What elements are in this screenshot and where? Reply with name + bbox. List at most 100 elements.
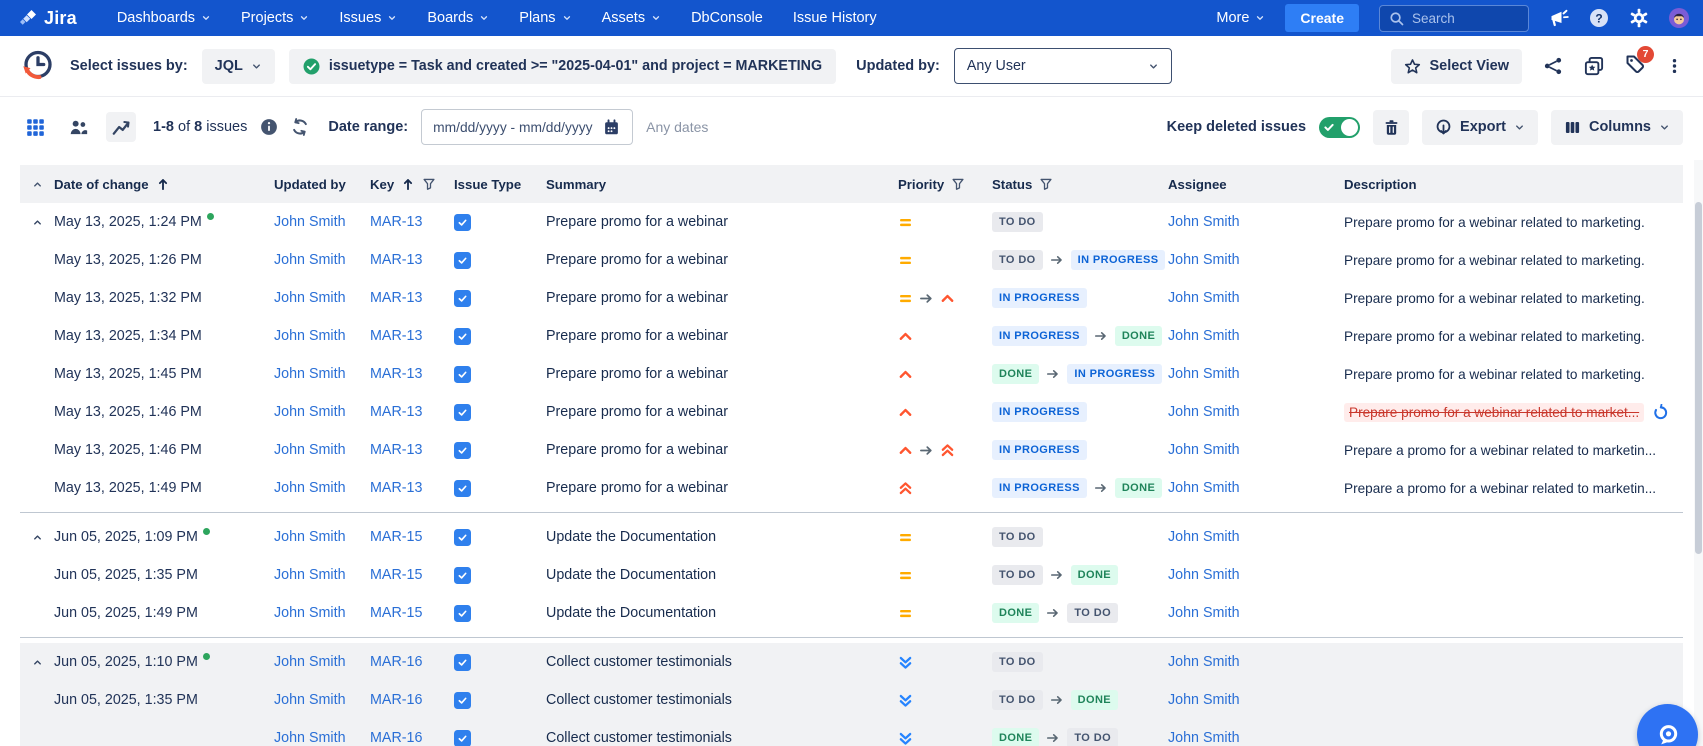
updated-by-link[interactable]: John Smith xyxy=(274,529,346,545)
updated-by-link[interactable]: John Smith xyxy=(274,605,346,621)
select-view-button[interactable]: Select View xyxy=(1391,49,1522,84)
updated-by-link[interactable]: John Smith xyxy=(274,442,346,458)
updated-by-link[interactable]: John Smith xyxy=(274,654,346,670)
assignee-link[interactable]: John Smith xyxy=(1168,567,1240,583)
settings-gear-icon[interactable] xyxy=(1629,8,1649,28)
column-header-assignee[interactable]: Assignee xyxy=(1168,177,1344,192)
column-header-collapse[interactable] xyxy=(20,179,54,190)
assignee-link[interactable]: John Smith xyxy=(1168,442,1240,458)
filter-icon[interactable] xyxy=(951,177,965,191)
column-header-priority[interactable]: Priority xyxy=(898,177,992,192)
issue-key-link[interactable]: MAR-16 xyxy=(370,654,422,670)
table-row[interactable]: Jun 05, 2025, 1:35 PM John Smith MAR-16 … xyxy=(20,681,1683,719)
updated-by-link[interactable]: John Smith xyxy=(274,730,346,746)
column-header-date-of-change[interactable]: Date of change xyxy=(54,177,274,192)
share-icon[interactable] xyxy=(1543,56,1563,76)
create-button[interactable]: Create xyxy=(1285,4,1359,32)
column-header-description[interactable]: Description xyxy=(1344,177,1683,192)
jql-query-field[interactable]: issuetype = Task and created >= "2025-04… xyxy=(289,49,836,84)
table-row[interactable]: John Smith MAR-16 Collect customer testi… xyxy=(20,719,1683,746)
chevron-up-icon[interactable] xyxy=(32,532,43,543)
nav-item-plans[interactable]: Plans xyxy=(519,10,571,26)
select-mode-dropdown[interactable]: JQL xyxy=(202,49,275,84)
issue-key-link[interactable]: MAR-15 xyxy=(370,529,422,545)
updated-by-link[interactable]: John Smith xyxy=(274,366,346,382)
jira-logo[interactable]: Jira xyxy=(18,8,77,29)
column-header-summary[interactable]: Summary xyxy=(546,177,898,192)
filter-icon[interactable] xyxy=(1039,177,1053,191)
updated-by-link[interactable]: John Smith xyxy=(274,328,346,344)
nav-item-issue-history[interactable]: Issue History xyxy=(793,10,877,26)
assignee-link[interactable]: John Smith xyxy=(1168,214,1240,230)
issue-key-link[interactable]: MAR-16 xyxy=(370,730,422,746)
table-row[interactable]: May 13, 2025, 1:46 PM John Smith MAR-13 … xyxy=(20,431,1683,469)
delete-button[interactable] xyxy=(1373,110,1409,145)
updated-by-select[interactable]: Any User xyxy=(954,48,1172,84)
column-header-issue-type[interactable]: Issue Type xyxy=(454,177,546,192)
scrollbar-thumb[interactable] xyxy=(1695,202,1702,554)
table-row[interactable]: Jun 05, 2025, 1:49 PM John Smith MAR-15 … xyxy=(20,594,1683,632)
issue-key-link[interactable]: MAR-13 xyxy=(370,480,422,496)
updated-by-link[interactable]: John Smith xyxy=(274,692,346,708)
issue-key-link[interactable]: MAR-13 xyxy=(370,290,422,306)
collapse-all-icon[interactable] xyxy=(32,179,43,190)
table-row[interactable]: May 13, 2025, 1:45 PM John Smith MAR-13 … xyxy=(20,355,1683,393)
user-avatar[interactable] xyxy=(1669,8,1689,28)
nav-item-issues[interactable]: Issues xyxy=(339,10,397,26)
restore-description-button[interactable] xyxy=(1652,404,1669,421)
whats-new-tag-icon[interactable]: 7 xyxy=(1625,54,1645,79)
assignee-link[interactable]: John Smith xyxy=(1168,290,1240,306)
assignee-link[interactable]: John Smith xyxy=(1168,328,1240,344)
table-row[interactable]: May 13, 2025, 1:32 PM John Smith MAR-13 … xyxy=(20,279,1683,317)
column-header-status[interactable]: Status xyxy=(992,177,1168,192)
issue-key-link[interactable]: MAR-15 xyxy=(370,605,422,621)
table-row[interactable]: Jun 05, 2025, 1:35 PM John Smith MAR-15 … xyxy=(20,556,1683,594)
assignee-link[interactable]: John Smith xyxy=(1168,404,1240,420)
keep-deleted-issues-toggle[interactable] xyxy=(1319,117,1360,138)
table-row[interactable]: Jun 05, 2025, 1:09 PM John Smith MAR-15 … xyxy=(20,518,1683,556)
assignee-link[interactable]: John Smith xyxy=(1168,480,1240,496)
nav-item-dbconsole[interactable]: DbConsole xyxy=(691,10,763,26)
table-row[interactable]: May 13, 2025, 1:46 PM John Smith MAR-13 … xyxy=(20,393,1683,431)
saved-views-icon[interactable] xyxy=(1584,56,1604,76)
info-icon[interactable] xyxy=(260,118,278,136)
refresh-icon[interactable] xyxy=(291,118,309,136)
columns-button[interactable]: Columns xyxy=(1551,110,1683,145)
issue-key-link[interactable]: MAR-13 xyxy=(370,328,422,344)
table-row[interactable]: May 13, 2025, 1:49 PM John Smith MAR-13 … xyxy=(20,469,1683,507)
updated-by-link[interactable]: John Smith xyxy=(274,290,346,306)
updated-by-link[interactable]: John Smith xyxy=(274,252,346,268)
filter-icon[interactable] xyxy=(422,177,436,191)
sort-ascending-icon[interactable] xyxy=(156,177,170,191)
global-search[interactable] xyxy=(1379,5,1529,32)
table-row[interactable]: Jun 05, 2025, 1:10 PM John Smith MAR-16 … xyxy=(20,643,1683,681)
people-view-toggle[interactable] xyxy=(63,112,93,142)
issue-key-link[interactable]: MAR-13 xyxy=(370,404,422,420)
updated-by-link[interactable]: John Smith xyxy=(274,567,346,583)
assignee-link[interactable]: John Smith xyxy=(1168,654,1240,670)
assignee-link[interactable]: John Smith xyxy=(1168,692,1240,708)
announcements-icon[interactable] xyxy=(1549,8,1569,28)
nav-item-more[interactable]: More xyxy=(1216,10,1265,26)
table-row[interactable]: May 13, 2025, 1:24 PM John Smith MAR-13 … xyxy=(20,203,1683,241)
assignee-link[interactable]: John Smith xyxy=(1168,366,1240,382)
assignee-link[interactable]: John Smith xyxy=(1168,529,1240,545)
updated-by-link[interactable]: John Smith xyxy=(274,214,346,230)
chevron-up-icon[interactable] xyxy=(32,217,43,228)
issue-key-link[interactable]: MAR-13 xyxy=(370,252,422,268)
nav-item-projects[interactable]: Projects xyxy=(241,10,309,26)
column-header-updated-by[interactable]: Updated by xyxy=(274,177,370,192)
table-row[interactable]: May 13, 2025, 1:34 PM John Smith MAR-13 … xyxy=(20,317,1683,355)
issue-key-link[interactable]: MAR-13 xyxy=(370,366,422,382)
assignee-link[interactable]: John Smith xyxy=(1168,730,1240,746)
assignee-link[interactable]: John Smith xyxy=(1168,605,1240,621)
chart-view-toggle[interactable] xyxy=(106,112,136,142)
date-range-input[interactable] xyxy=(433,120,593,135)
updated-by-link[interactable]: John Smith xyxy=(274,404,346,420)
table-row[interactable]: May 13, 2025, 1:26 PM John Smith MAR-13 … xyxy=(20,241,1683,279)
issue-key-link[interactable]: MAR-13 xyxy=(370,214,422,230)
nav-item-assets[interactable]: Assets xyxy=(602,10,662,26)
assignee-link[interactable]: John Smith xyxy=(1168,252,1240,268)
issue-key-link[interactable]: MAR-15 xyxy=(370,567,422,583)
issue-key-link[interactable]: MAR-13 xyxy=(370,442,422,458)
